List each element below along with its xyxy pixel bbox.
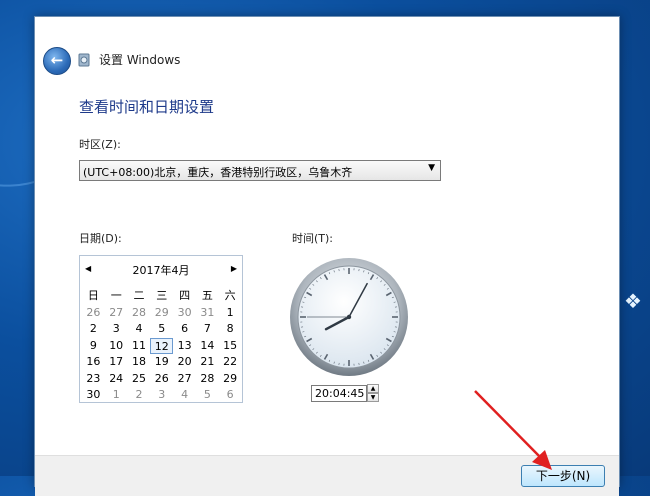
annotation-arrow-line <box>475 391 543 460</box>
annotation-arrow <box>0 0 650 476</box>
